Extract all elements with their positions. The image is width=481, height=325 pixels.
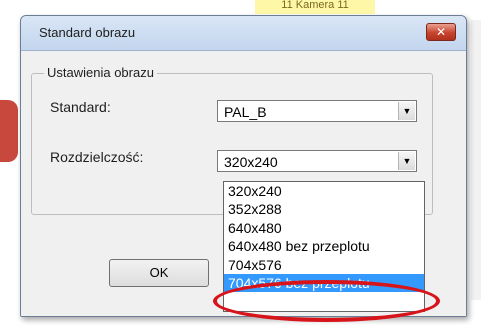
red-annotation-ellipse <box>213 280 440 322</box>
title-bar[interactable]: Standard obrazu ✕ <box>21 16 466 51</box>
resolution-option[interactable]: 640x480 bez przeplotu <box>224 237 424 255</box>
resolution-option[interactable]: 320x240 <box>224 182 424 200</box>
dialog-title: Standard obrazu <box>39 25 136 40</box>
standard-select[interactable]: PAL_B ▼ <box>217 100 417 122</box>
close-button[interactable]: ✕ <box>426 23 456 41</box>
resolution-label: Rozdzielczość: <box>50 149 144 165</box>
resolution-option[interactable]: 640x480 <box>224 219 424 237</box>
group-label: Ustawienia obrazu <box>44 65 157 80</box>
resolution-value: 320x240 <box>224 154 278 170</box>
ok-button[interactable]: OK <box>109 259 209 287</box>
chevron-down-icon[interactable]: ▼ <box>398 152 415 170</box>
background-edge <box>471 20 481 300</box>
background-red-shape <box>0 100 18 162</box>
resolution-option[interactable]: 704x576 <box>224 256 424 274</box>
standard-label: Standard: <box>50 99 111 115</box>
resolution-option[interactable]: 352x288 <box>224 200 424 218</box>
close-icon: ✕ <box>435 25 447 39</box>
background-window-caption: 11 Kamera 11 <box>255 0 375 14</box>
resolution-select[interactable]: 320x240 ▼ <box>217 150 417 172</box>
chevron-down-icon[interactable]: ▼ <box>398 102 415 120</box>
standard-value: PAL_B <box>224 104 267 120</box>
